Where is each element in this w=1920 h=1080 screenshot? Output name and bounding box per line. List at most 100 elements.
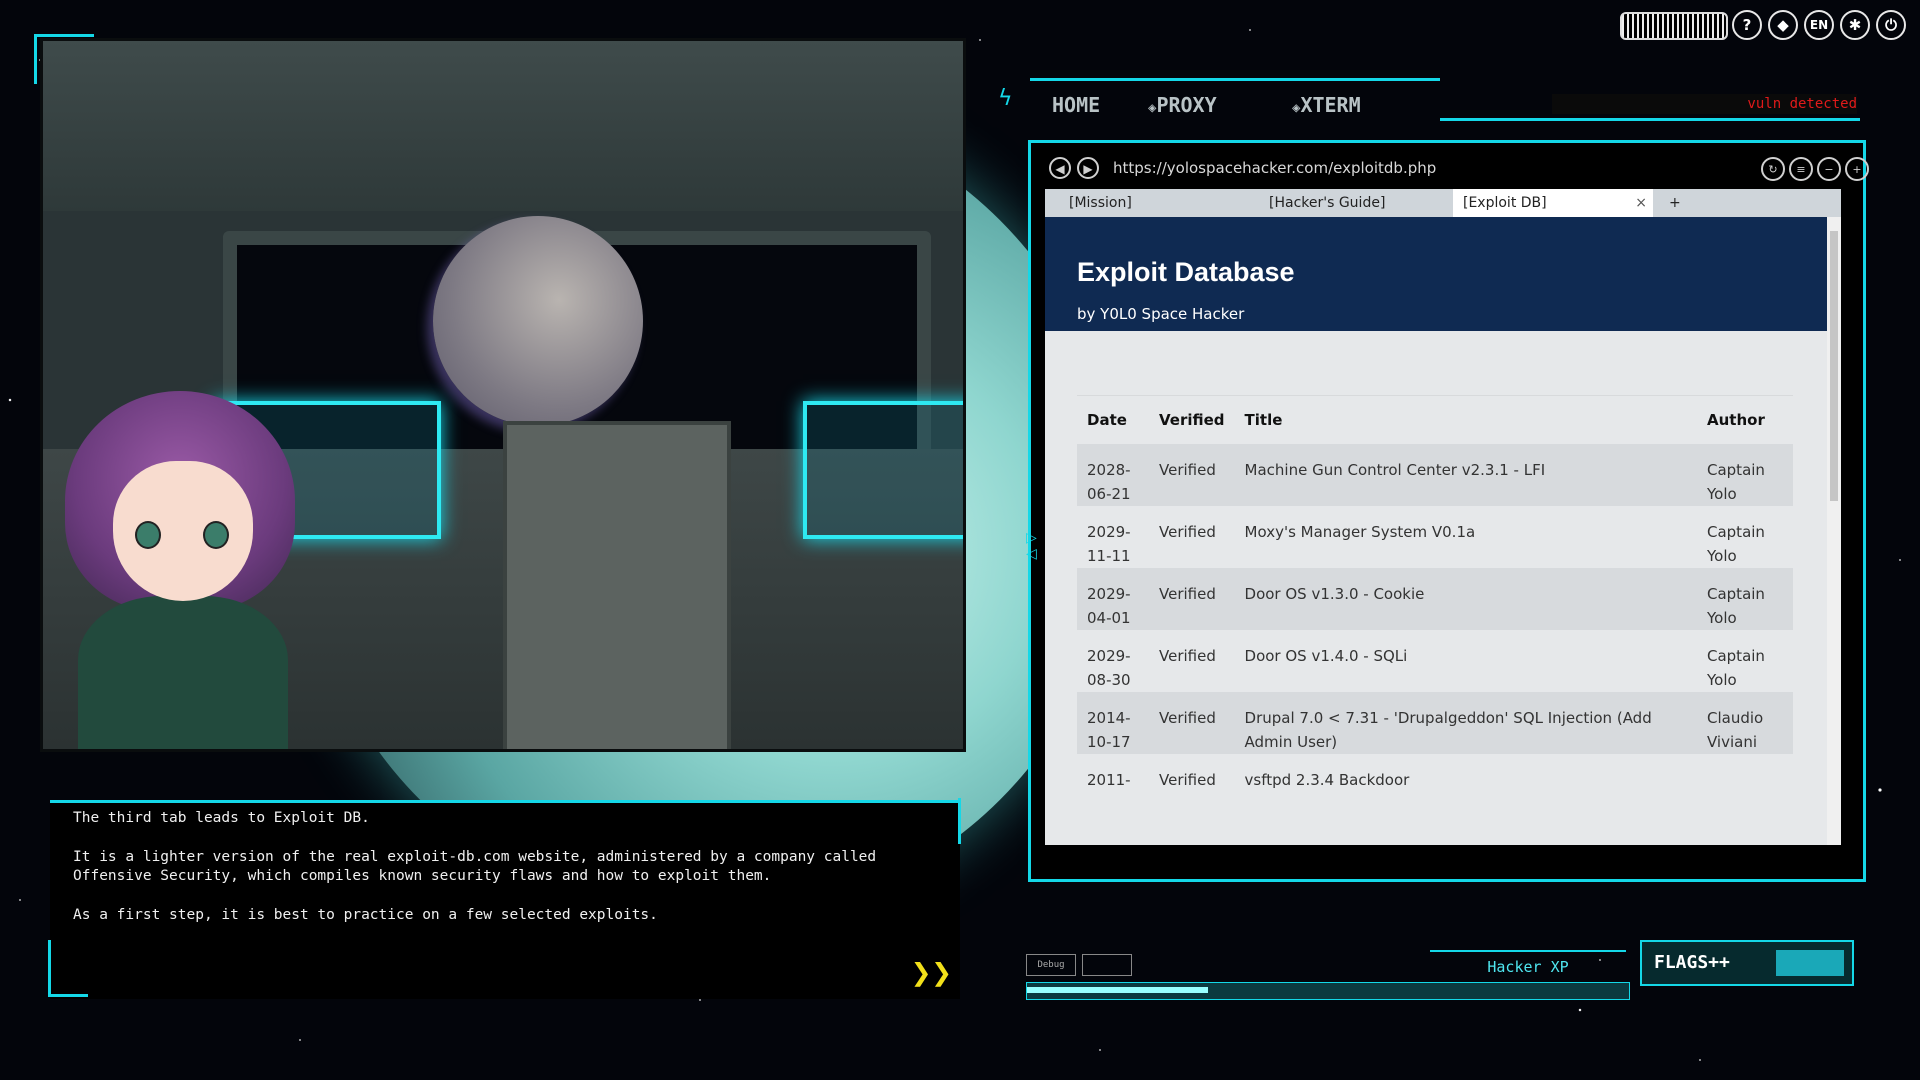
- tab-proxy[interactable]: ◈PROXY: [1148, 93, 1217, 117]
- character-eye: [135, 521, 161, 549]
- collapse-arrows-icon[interactable]: ▷◁: [1026, 530, 1037, 562]
- cell-title[interactable]: Door OS v1.3.0 - Cookie: [1235, 568, 1697, 630]
- frame-corner: [34, 34, 37, 84]
- zoom-out-icon[interactable]: −: [1817, 157, 1841, 181]
- dialogue-line: It is a lighter version of the real expl…: [73, 848, 933, 886]
- dialogue-corner: [48, 940, 51, 996]
- power-icon[interactable]: ⏻: [1876, 10, 1906, 40]
- browser-tab-hackers-guide[interactable]: [Hacker's Guide]: [1259, 189, 1449, 217]
- dialogue-line: The third tab leads to Exploit DB.: [73, 809, 933, 828]
- column-header-author: Author: [1697, 396, 1793, 445]
- tab-xterm[interactable]: ◈XTERM: [1292, 93, 1361, 117]
- forward-icon[interactable]: ▶: [1077, 157, 1099, 179]
- table-row[interactable]: 2029-08-30 Verified Door OS v1.4.0 - SQL…: [1077, 630, 1793, 692]
- url-bar: ◀ ▶ https://yolospacehacker.com/exploitd…: [1049, 151, 1849, 181]
- bolt-icon: ϟ: [998, 86, 1013, 111]
- browser-tab-exploit-db-label: [Exploit DB]: [1463, 195, 1547, 211]
- cell-author: Claudio Viviani: [1697, 692, 1793, 754]
- cell-author: Captain Yolo: [1697, 630, 1793, 692]
- barcode-icon[interactable]: [1620, 12, 1728, 40]
- control-console: [503, 421, 731, 752]
- frame-corner: [34, 34, 94, 37]
- cell-date: 2029-08-30: [1077, 630, 1149, 692]
- game-scene: [40, 38, 966, 752]
- close-tab-icon[interactable]: ×: [1635, 189, 1647, 217]
- cell-date: 2028-06-21: [1077, 444, 1149, 506]
- scrollbar-thumb[interactable]: [1830, 231, 1838, 501]
- cell-title[interactable]: Door OS v1.4.0 - SQLi: [1235, 630, 1697, 692]
- top-toolbar: ? ◆ EN ✱ ⏻: [1620, 10, 1910, 46]
- exploit-db-page: Exploit Database by Y0L0 Space Hacker Da…: [1045, 217, 1827, 845]
- page-header: Exploit Database by Y0L0 Space Hacker: [1045, 217, 1827, 331]
- browser-tabs: [Mission] [Hacker's Guide] [Exploit DB] …: [1045, 189, 1841, 217]
- help-icon[interactable]: ?: [1732, 10, 1762, 40]
- table-row[interactable]: 2028-06-21 Verified Machine Gun Control …: [1077, 444, 1793, 506]
- character-body: [78, 596, 288, 752]
- refresh-icon[interactable]: ↻: [1761, 157, 1785, 181]
- nav-underline: [1440, 118, 1860, 121]
- page-subtitle: by Y0L0 Space Hacker: [1077, 305, 1244, 323]
- zoom-in-icon[interactable]: +: [1845, 157, 1869, 181]
- cell-author: Captain Yolo: [1697, 506, 1793, 568]
- dialogue-text: The third tab leads to Exploit DB. It is…: [50, 809, 933, 945]
- browser-tab-exploit-db[interactable]: [Exploit DB] ×: [1453, 189, 1653, 217]
- xp-progress-fill: [1027, 987, 1208, 993]
- main-nav: HOME ◈PROXY ◈XTERM: [1030, 78, 1440, 125]
- bookmarks-icon[interactable]: ≡: [1789, 157, 1813, 181]
- cell-date: 2029-04-01: [1077, 568, 1149, 630]
- next-arrow-button[interactable]: ❯❯: [911, 953, 952, 993]
- table-row[interactable]: 2014-10-17 Verified Drupal 7.0 < 7.31 - …: [1077, 692, 1793, 754]
- tab-proxy-label: PROXY: [1156, 93, 1216, 117]
- dialogue-corner: [958, 798, 961, 844]
- flags-indicator: [1776, 950, 1844, 976]
- page-title: Exploit Database: [1077, 257, 1295, 288]
- debug-slot: [1082, 954, 1132, 976]
- cell-date: 2029-11-11: [1077, 506, 1149, 568]
- url-text[interactable]: https://yolospacehacker.com/exploitdb.ph…: [1113, 159, 1436, 177]
- tag-icon[interactable]: ◆: [1768, 10, 1798, 40]
- table-row[interactable]: 2029-04-01 Verified Door OS v1.3.0 - Coo…: [1077, 568, 1793, 630]
- dialogue-line: As a first step, it is best to practice …: [73, 906, 933, 925]
- table-row[interactable]: 2029-11-11 Verified Moxy's Manager Syste…: [1077, 506, 1793, 568]
- language-icon[interactable]: EN: [1804, 10, 1834, 40]
- tab-xterm-label: XTERM: [1300, 93, 1360, 117]
- cell-title[interactable]: vsftpd 2.3.4 Backdoor: [1235, 754, 1697, 813]
- new-tab-button[interactable]: +: [1659, 189, 1695, 217]
- tab-home[interactable]: HOME: [1052, 93, 1100, 117]
- cell-author: Captain Yolo: [1697, 444, 1793, 506]
- moon: [433, 216, 643, 426]
- cell-verified: Verified: [1149, 754, 1235, 813]
- back-icon[interactable]: ◀: [1049, 157, 1071, 179]
- page-scrollbar[interactable]: [1827, 217, 1841, 845]
- hacker-xp-label: Hacker XP: [1430, 950, 1626, 982]
- xp-progress-bar: [1026, 982, 1630, 1000]
- exploit-table: Date Verified Title Author 2028-06-21 Ve…: [1077, 395, 1793, 813]
- cell-author: [1697, 754, 1793, 813]
- ship-ceiling: [43, 41, 963, 211]
- cell-author: Captain Yolo: [1697, 568, 1793, 630]
- hologram-panel: [803, 401, 966, 539]
- table-row[interactable]: 2011- Verified vsftpd 2.3.4 Backdoor: [1077, 754, 1793, 813]
- column-header-verified: Verified: [1149, 396, 1235, 445]
- settings-icon[interactable]: ✱: [1840, 10, 1870, 40]
- cell-title[interactable]: Drupal 7.0 < 7.31 - 'Drupalgeddon' SQL I…: [1235, 692, 1697, 754]
- table-header: Date Verified Title Author: [1077, 396, 1793, 445]
- cell-verified: Verified: [1149, 568, 1235, 630]
- column-header-title: Title: [1235, 396, 1697, 445]
- browser-tab-mission[interactable]: [Mission]: [1059, 189, 1249, 217]
- cell-verified: Verified: [1149, 506, 1235, 568]
- column-header-date: Date: [1077, 396, 1149, 445]
- cell-date: 2014-10-17: [1077, 692, 1149, 754]
- dialogue-box[interactable]: The third tab leads to Exploit DB. It is…: [50, 800, 960, 999]
- cell-verified: Verified: [1149, 630, 1235, 692]
- character-eye: [203, 521, 229, 549]
- debug-button[interactable]: Debug: [1026, 954, 1076, 976]
- cell-verified: Verified: [1149, 692, 1235, 754]
- dialogue-corner: [48, 994, 88, 997]
- browser-window: ◀ ▶ https://yolospacehacker.com/exploitd…: [1028, 140, 1866, 882]
- cell-title[interactable]: Machine Gun Control Center v2.3.1 - LFI: [1235, 444, 1697, 506]
- cell-title[interactable]: Moxy's Manager System V0.1a: [1235, 506, 1697, 568]
- vuln-alert: vuln detected: [1552, 94, 1857, 114]
- cell-date: 2011-: [1077, 754, 1149, 813]
- cell-verified: Verified: [1149, 444, 1235, 506]
